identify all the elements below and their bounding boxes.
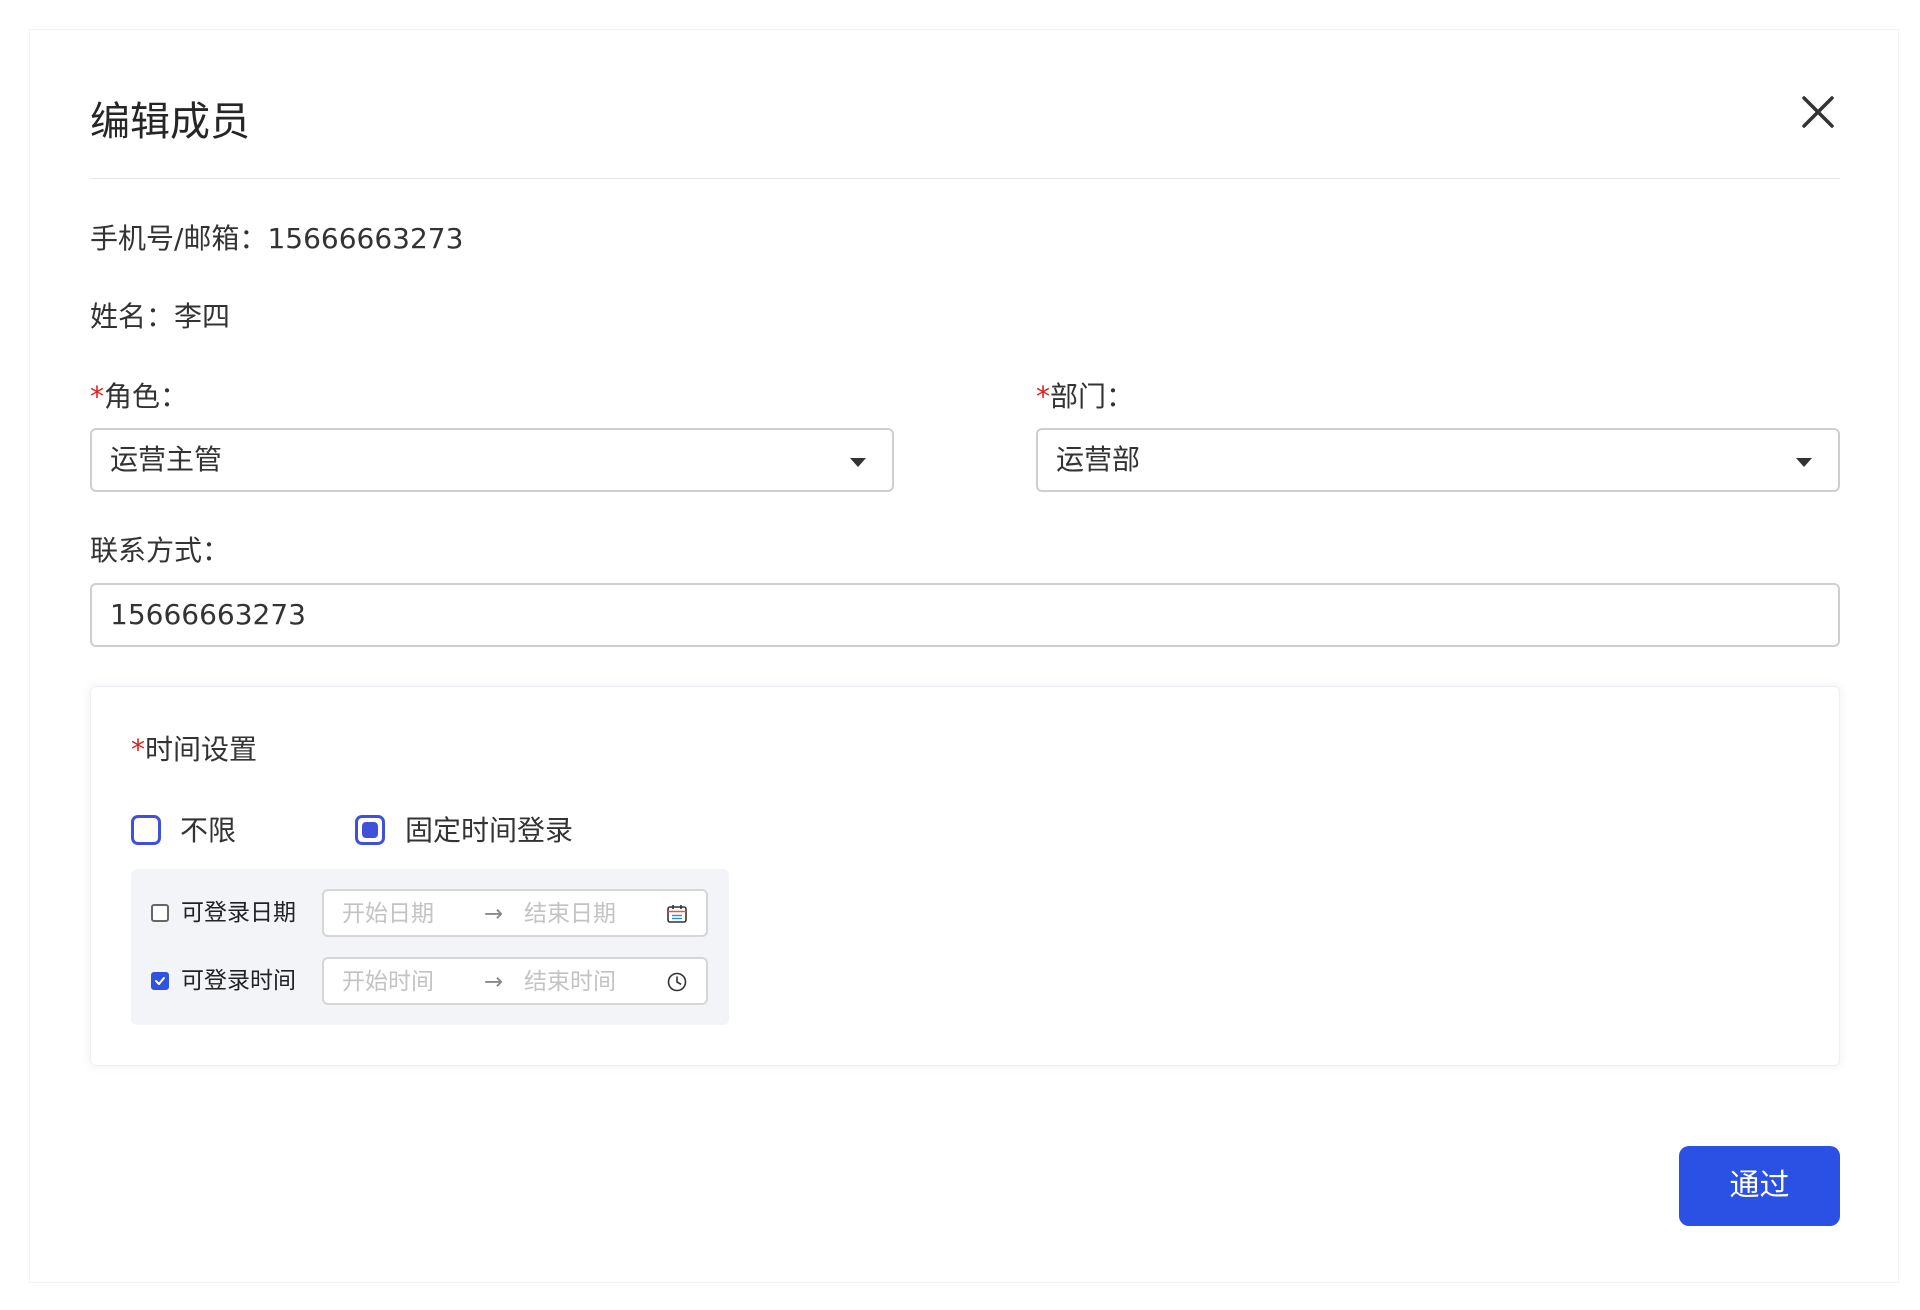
name-value: 李四 (174, 300, 231, 333)
close-icon[interactable] (1794, 88, 1842, 136)
department-select[interactable]: 运营部 (1036, 428, 1840, 492)
login-time-range-picker[interactable]: 开始时间 → 结束时间 (322, 957, 708, 1005)
time-settings-title-row: *时间设置 (131, 730, 257, 770)
page: 编辑成员 手机号/邮箱：15666663273 姓名：李四 *角色： 运营主管 … (0, 0, 1920, 1310)
fixed-time-subpanel: 可登录日期 开始日期 → 结束日期 可登录时间 开始时间 → 结束时间 (131, 869, 729, 1025)
radio-unlimited[interactable] (131, 815, 161, 845)
name-row: 姓名：李四 (90, 297, 230, 337)
start-time-placeholder[interactable]: 开始时间 (342, 967, 434, 997)
range-separator: → (484, 969, 504, 995)
calendar-icon (666, 903, 688, 925)
required-mark: * (90, 380, 104, 413)
contact-label: 联系方式： (90, 534, 231, 567)
department-select-value: 运营部 (1056, 443, 1141, 476)
login-date-checkbox[interactable] (151, 904, 169, 922)
department-label-row: *部门： (1036, 377, 1134, 417)
end-date-placeholder[interactable]: 结束日期 (524, 899, 616, 929)
end-time-placeholder[interactable]: 结束时间 (524, 967, 616, 997)
login-time-label[interactable]: 可登录时间 (181, 966, 296, 996)
required-mark: * (131, 733, 145, 766)
login-date-range-picker[interactable]: 开始日期 → 结束日期 (322, 889, 708, 937)
time-settings-title: 时间设置 (145, 733, 258, 766)
phone-email-row: 手机号/邮箱：15666663273 (90, 219, 463, 259)
chevron-down-icon (1796, 458, 1812, 467)
department-label: 部门： (1050, 380, 1135, 413)
start-date-placeholder[interactable]: 开始日期 (342, 899, 434, 929)
role-label: 角色： (104, 380, 189, 413)
role-label-row: *角色： (90, 377, 188, 417)
role-select-value: 运营主管 (110, 443, 223, 476)
name-label: 姓名： (90, 300, 175, 333)
clock-icon (666, 971, 688, 993)
radio-fixed-time-label[interactable]: 固定时间登录 (405, 811, 573, 851)
required-mark: * (1036, 380, 1050, 413)
chevron-down-icon (850, 458, 866, 467)
dialog-title: 编辑成员 (90, 99, 250, 145)
phone-email-value: 15666663273 (267, 222, 464, 255)
radio-unlimited-label[interactable]: 不限 (180, 811, 236, 851)
role-select[interactable]: 运营主管 (90, 428, 894, 492)
header-divider (90, 178, 1840, 179)
phone-email-label: 手机号/邮箱： (90, 222, 268, 255)
contact-input[interactable]: 15666663273 (90, 583, 1840, 647)
contact-input-value: 15666663273 (110, 598, 306, 631)
login-date-label[interactable]: 可登录日期 (181, 898, 296, 928)
edit-member-dialog (29, 29, 1899, 1283)
time-settings-panel: *时间设置 不限 固定时间登录 可登录日期 开始日期 → 结束日期 可登录时间 … (90, 686, 1840, 1066)
approve-button[interactable]: 通过 (1679, 1146, 1840, 1226)
login-time-checkbox[interactable] (151, 972, 169, 990)
range-separator: → (484, 901, 504, 927)
radio-fixed-time[interactable] (355, 815, 385, 845)
